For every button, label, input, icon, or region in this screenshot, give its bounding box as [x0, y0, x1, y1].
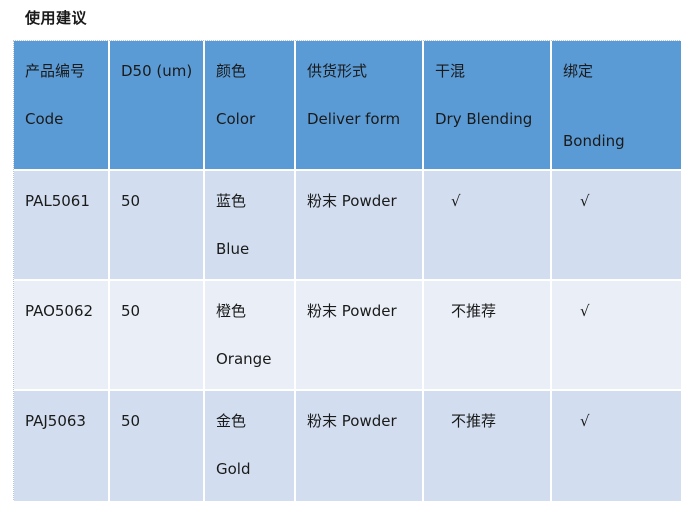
product-table-container: 产品编号 Code D50 (um) 颜色 Color 供货形式 Deliver… — [13, 40, 681, 501]
form-text: 粉末 Powder — [307, 192, 397, 210]
color-cn-text: 橙色 — [216, 302, 247, 320]
cell-d50: 50 — [110, 391, 205, 501]
product-table: 产品编号 Code D50 (um) 颜色 Color 供货形式 Deliver… — [14, 41, 681, 501]
header-deliver-form: 供货形式 Deliver form — [296, 41, 424, 171]
header-bonding-cn: 绑定 — [563, 62, 594, 80]
bonding-text: √ — [580, 302, 590, 320]
d50-text: 50 — [121, 192, 141, 210]
cell-bonding: √ — [552, 281, 681, 391]
cell-dry-blending: 不推荐 — [424, 281, 552, 391]
header-dry-en: Dry Blending — [435, 110, 533, 128]
section-title: 使用建议 — [25, 9, 88, 27]
dry-blending-text: √ — [451, 192, 461, 210]
table-row: PAL5061 50 蓝色 Blue 粉末 Powder √ √ — [14, 171, 681, 281]
header-code: 产品编号 Code — [14, 41, 110, 171]
color-en-text: Orange — [216, 350, 272, 368]
header-bonding-en: Bonding — [563, 132, 625, 150]
code-text: PAO5062 — [25, 302, 94, 320]
dry-blending-text: 不推荐 — [451, 412, 497, 430]
cell-bonding: √ — [552, 391, 681, 501]
bonding-text: √ — [580, 412, 590, 430]
header-form-en: Deliver form — [307, 110, 401, 128]
table-row: PAJ5063 50 金色 Gold 粉末 Powder 不推荐 √ — [14, 391, 681, 501]
cell-d50: 50 — [110, 171, 205, 281]
cell-d50: 50 — [110, 281, 205, 391]
color-cn-text: 蓝色 — [216, 192, 247, 210]
cell-bonding: √ — [552, 171, 681, 281]
color-en-text: Gold — [216, 460, 251, 478]
header-color: 颜色 Color — [205, 41, 296, 171]
header-bonding: 绑定 Bonding — [552, 41, 681, 171]
cell-color: 橙色 Orange — [205, 281, 296, 391]
code-text: PAJ5063 — [25, 412, 86, 430]
cell-code: PAO5062 — [14, 281, 110, 391]
cell-dry-blending: √ — [424, 171, 552, 281]
table-row: PAO5062 50 橙色 Orange 粉末 Powder 不推荐 √ — [14, 281, 681, 391]
header-d50-label: D50 (um) — [121, 62, 193, 80]
code-text: PAL5061 — [25, 192, 90, 210]
form-text: 粉末 Powder — [307, 302, 397, 320]
color-cn-text: 金色 — [216, 412, 247, 430]
header-color-cn: 颜色 — [216, 62, 247, 80]
dry-blending-text: 不推荐 — [451, 302, 497, 320]
cell-dry-blending: 不推荐 — [424, 391, 552, 501]
cell-color: 蓝色 Blue — [205, 171, 296, 281]
header-dry-blending: 干混 Dry Blending — [424, 41, 552, 171]
table-header-row: 产品编号 Code D50 (um) 颜色 Color 供货形式 Deliver… — [14, 41, 681, 171]
header-color-en: Color — [216, 110, 256, 128]
form-text: 粉末 Powder — [307, 412, 397, 430]
cell-code: PAL5061 — [14, 171, 110, 281]
header-dry-cn: 干混 — [435, 62, 466, 80]
header-d50: D50 (um) — [110, 41, 205, 171]
cell-color: 金色 Gold — [205, 391, 296, 501]
header-code-en: Code — [25, 110, 64, 128]
color-en-text: Blue — [216, 240, 250, 258]
d50-text: 50 — [121, 412, 141, 430]
cell-code: PAJ5063 — [14, 391, 110, 501]
cell-form: 粉末 Powder — [296, 171, 424, 281]
header-code-cn: 产品编号 — [25, 62, 86, 80]
bonding-text: √ — [580, 192, 590, 210]
cell-form: 粉末 Powder — [296, 391, 424, 501]
header-form-cn: 供货形式 — [307, 62, 368, 80]
cell-form: 粉末 Powder — [296, 281, 424, 391]
d50-text: 50 — [121, 302, 141, 320]
